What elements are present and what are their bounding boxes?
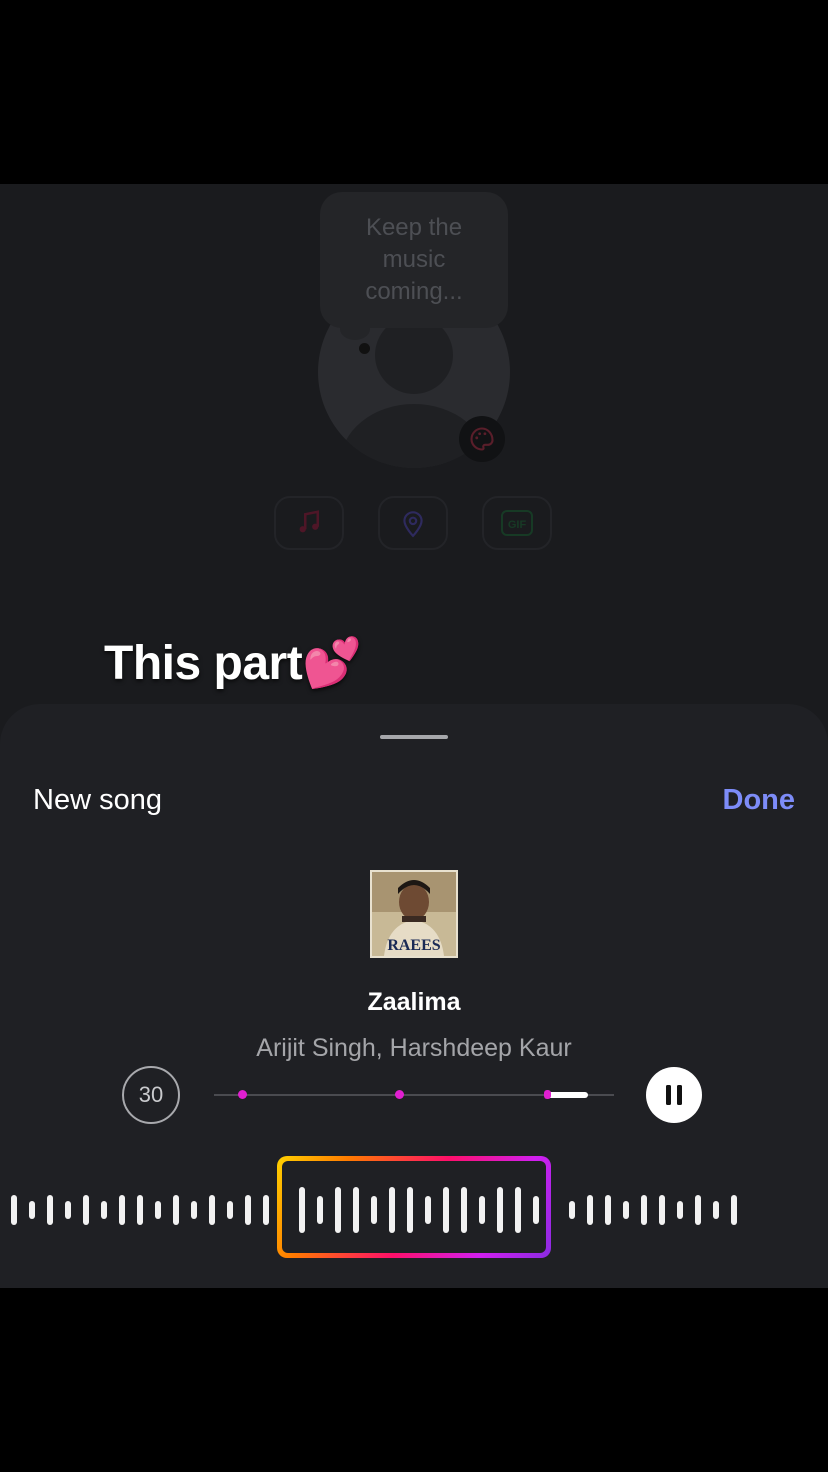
waveform-bar [677,1201,683,1219]
waveform-bar [731,1195,737,1225]
waveform-bar [605,1195,611,1225]
note-bubble-tail-dot [359,343,370,354]
waveform-bar [425,1196,431,1224]
waveform-bar [407,1187,413,1233]
waveform-bar [443,1187,449,1233]
note-bubble: Keep the music coming... [320,192,508,328]
waveform-bar [587,1195,593,1225]
waveform-bar [515,1187,521,1233]
waveform-bar [353,1187,359,1233]
pause-icon [666,1085,682,1105]
waveform-bar [659,1195,665,1225]
waveform-bar [497,1187,503,1233]
waveform-bar [173,1195,179,1225]
waveform-bar [569,1201,575,1219]
waveform-bar [623,1201,629,1219]
new-song-button[interactable]: New song [33,784,162,817]
waveform-bar [299,1187,305,1233]
waveform-bar [533,1196,539,1224]
selected-segment-start [544,1090,551,1099]
selected-segment[interactable] [546,1092,588,1098]
music-note-icon [274,496,344,550]
waveform-bar [155,1201,161,1219]
waveform-bar [245,1195,251,1225]
waveform-bar [119,1195,125,1225]
palette-icon [459,416,505,462]
waveform[interactable] [0,1154,828,1264]
song-artist: Arijit Singh, Harshdeep Kaur [256,1034,572,1062]
caption-text: This part💕 [104,637,362,690]
waveform-bar [641,1195,647,1225]
pause-button[interactable] [646,1067,702,1123]
svg-text:GIF: GIF [508,519,527,531]
bottom-letterbox [0,1288,828,1472]
waveform-bar [11,1195,17,1225]
top-letterbox [0,0,828,184]
music-bottom-sheet: New song Done RAEES Zaalima Arijit Singh… [0,704,828,1288]
waveform-bar [263,1195,269,1225]
waveform-bar [479,1196,485,1224]
waveform-bar [317,1196,323,1224]
waveform-bar [65,1201,71,1219]
waveform-bar [83,1195,89,1225]
song-title: Zaalima [367,988,461,1016]
waveform-bar [101,1201,107,1219]
waveform-bar [461,1187,467,1233]
gif-icon: GIF [482,496,552,550]
done-button[interactable]: Done [723,784,796,817]
album-cover: RAEES [370,870,458,958]
progress-marker [238,1090,247,1099]
progress-marker [395,1090,404,1099]
location-pin-icon [378,496,448,550]
waveform-bar [389,1187,395,1233]
waveform-bar [713,1201,719,1219]
waveform-bar [47,1195,53,1225]
album-cover-title: RAEES [387,937,440,954]
waveform-bar [695,1195,701,1225]
waveform-bar [209,1195,215,1225]
waveform-bar [227,1201,233,1219]
waveform-bar [29,1201,35,1219]
sheet-grabber[interactable] [380,735,448,739]
waveform-bar [371,1196,377,1224]
duration-selector[interactable]: 30 [122,1066,180,1124]
waveform-bar [191,1201,197,1219]
waveform-bar [137,1195,143,1225]
waveform-bar [335,1187,341,1233]
